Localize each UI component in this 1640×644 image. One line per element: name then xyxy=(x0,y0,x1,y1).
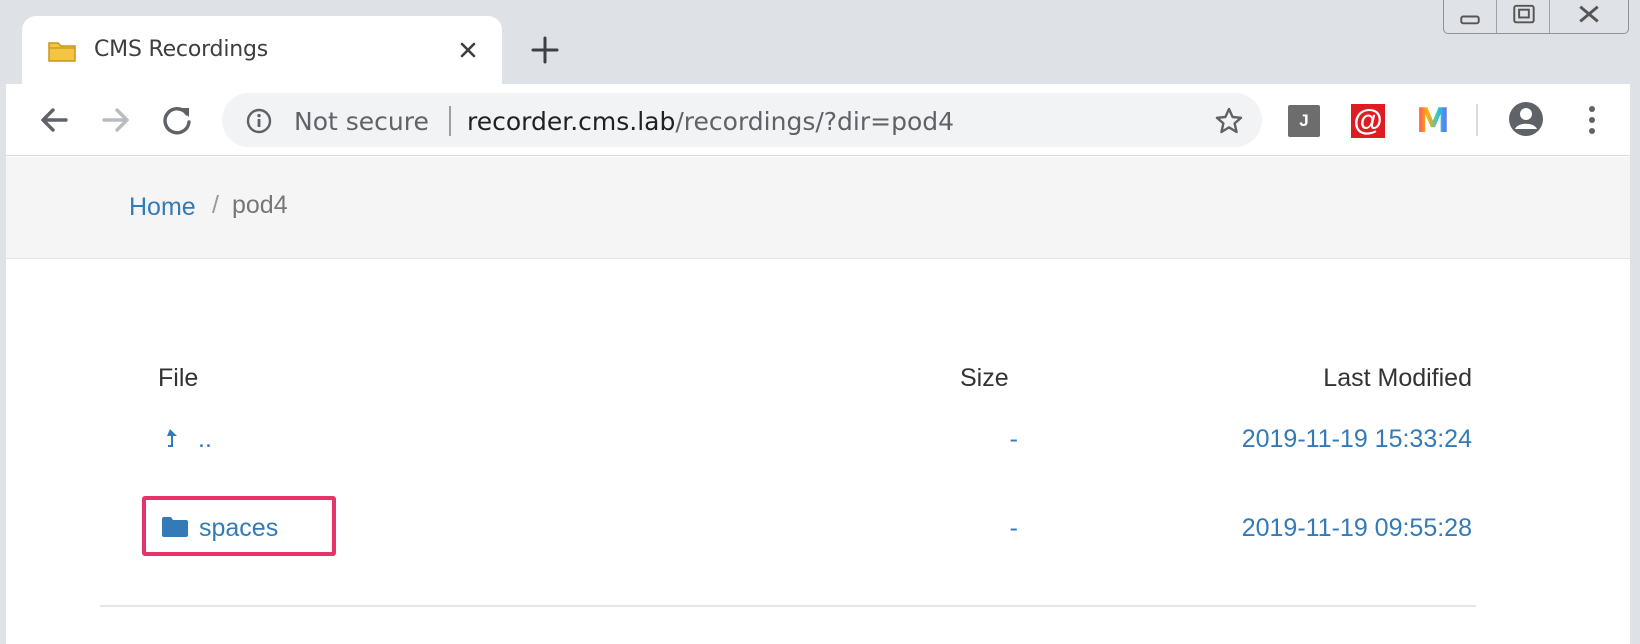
last-modified: 2019-11-19 09:55:28 xyxy=(1241,514,1472,542)
table-divider xyxy=(100,605,1476,607)
highlight-box xyxy=(142,496,336,556)
back-arrow-icon[interactable] xyxy=(34,100,74,140)
close-icon[interactable] xyxy=(454,36,482,64)
plus-icon[interactable] xyxy=(528,33,562,67)
breadcrumb-separator: / xyxy=(212,191,219,219)
forward-arrow-icon[interactable] xyxy=(96,100,136,140)
folder-icon xyxy=(48,42,76,62)
m-extension-label: M xyxy=(1416,101,1450,141)
url-text[interactable]: recorder.cms.lab/recordings/?dir=pod4 xyxy=(467,107,954,136)
file-size: - xyxy=(1009,514,1018,542)
level-up-icon xyxy=(167,429,177,447)
security-label[interactable]: Not secure xyxy=(294,107,429,136)
m-extension-icon[interactable]: M xyxy=(1416,104,1450,138)
column-header-size[interactable]: Size xyxy=(960,364,1009,393)
url-path: /recordings/?dir=pod4 xyxy=(675,107,955,136)
j-extension-icon[interactable]: J xyxy=(1288,105,1320,137)
menu-icon[interactable] xyxy=(1580,102,1604,138)
breadcrumb-home-link[interactable]: Home xyxy=(129,193,196,222)
address-bar[interactable]: Not secure recorder.cms.lab/recordings/?… xyxy=(222,93,1262,147)
close-icon xyxy=(1579,5,1599,23)
info-icon[interactable] xyxy=(246,108,272,134)
parent-directory-link[interactable]: .. xyxy=(198,425,212,454)
minimize-button[interactable] xyxy=(1444,0,1497,33)
page-content: Home / pod4 File Size Last Modified .. -… xyxy=(6,157,1630,644)
minimize-icon xyxy=(1460,15,1480,25)
window-close-button[interactable] xyxy=(1550,0,1628,33)
column-header-file[interactable]: File xyxy=(158,364,198,393)
restore-icon xyxy=(1513,4,1535,24)
restore-button[interactable] xyxy=(1497,0,1550,33)
at-extension-icon[interactable]: @ xyxy=(1351,104,1385,138)
column-header-last-modified[interactable]: Last Modified xyxy=(1323,364,1472,393)
browser-toolbar: Not secure recorder.cms.lab/recordings/?… xyxy=(6,84,1630,156)
breadcrumb: Home / pod4 xyxy=(6,157,1630,259)
breadcrumb-current: pod4 xyxy=(232,191,288,219)
divider xyxy=(1476,104,1478,136)
window-controls xyxy=(1443,0,1629,34)
browser-tab[interactable]: CMS Recordings xyxy=(22,16,502,86)
star-icon[interactable] xyxy=(1214,106,1244,136)
divider xyxy=(449,106,451,136)
file-size: - xyxy=(1009,425,1018,453)
tab-title: CMS Recordings xyxy=(94,37,268,62)
profile-icon[interactable] xyxy=(1506,99,1546,139)
title-bar: CMS Recordings xyxy=(0,0,1640,86)
reload-icon[interactable] xyxy=(157,100,197,140)
window-border xyxy=(1630,84,1640,644)
url-host: recorder.cms.lab xyxy=(467,107,676,136)
last-modified: 2019-11-19 15:33:24 xyxy=(1241,425,1472,453)
